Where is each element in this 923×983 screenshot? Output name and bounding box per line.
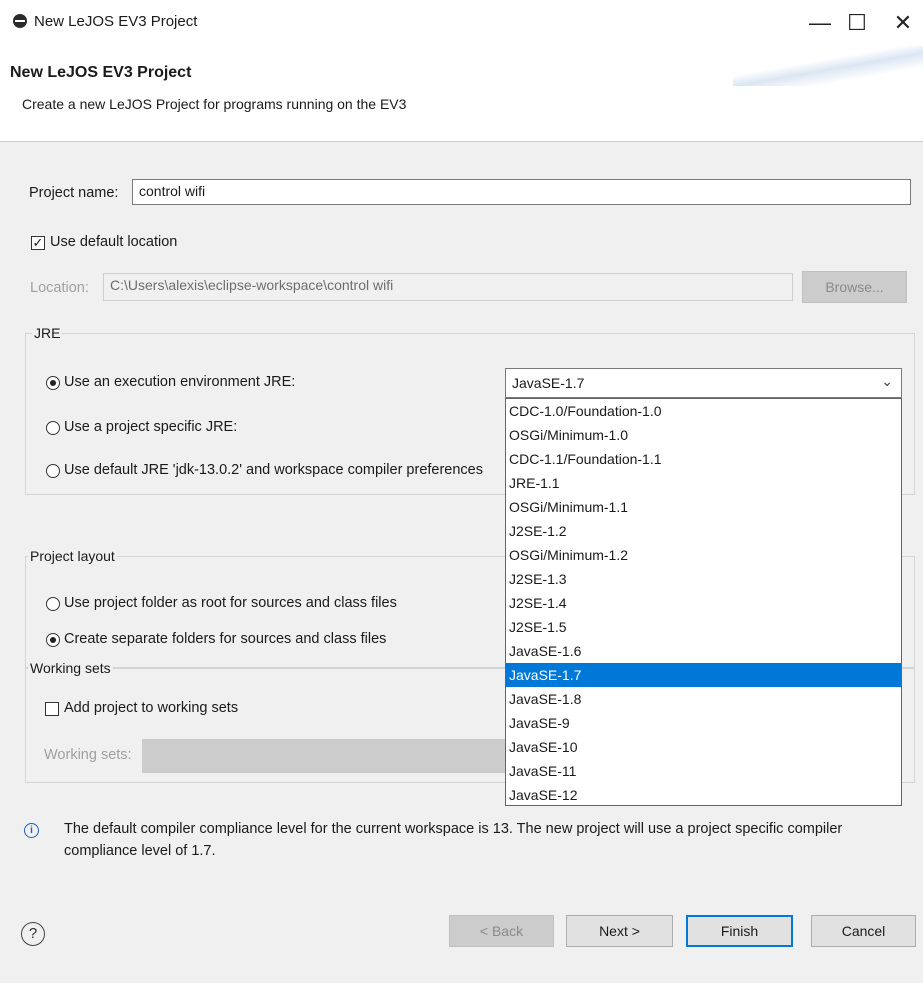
use-default-location-checkbox[interactable]: ✓ [31,236,45,250]
dropdown-option[interactable]: JavaSE-1.8 [506,687,901,711]
location-label: Location: [30,280,89,296]
dropdown-option[interactable]: JavaSE-12 [506,783,901,805]
project-folder-root-radio[interactable] [46,597,60,611]
close-button[interactable]: ✕ [883,6,923,40]
dropdown-option[interactable]: JavaSE-1.6 [506,639,901,663]
jre-group-label: JRE [32,325,63,341]
dropdown-option[interactable]: CDC-1.0/Foundation-1.0 [506,399,901,423]
add-to-working-sets-label: Add project to working sets [64,700,239,716]
project-folder-root-label: Use project folder as root for sources a… [64,595,397,611]
dropdown-option[interactable]: JRE-1.1 [506,471,901,495]
compliance-info-message: The default compiler compliance level fo… [64,821,843,859]
wizard-subtitle: Create a new LeJOS Project for programs … [22,96,407,112]
use-default-location-label: Use default location [50,234,178,250]
default-jre-label: Use default JRE 'jdk-13.0.2' and workspa… [64,462,483,478]
dropdown-option[interactable]: J2SE-1.5 [506,615,901,639]
project-name-label: Project name: [29,185,119,201]
execution-environment-label: Use an execution environment JRE: [64,374,296,390]
eclipse-app-icon [13,14,27,28]
finish-button[interactable]: Finish [686,915,793,947]
dropdown-option[interactable]: OSGi/Minimum-1.1 [506,495,901,519]
project-name-input[interactable]: control wifi [132,179,911,205]
project-layout-group-label: Project layout [28,548,117,564]
dropdown-option[interactable]: OSGi/Minimum-1.2 [506,543,901,567]
separate-folders-label: Create separate folders for sources and … [64,631,387,647]
header-banner-graphic [733,46,923,86]
execution-environment-radio[interactable] [46,376,60,390]
project-specific-jre-label: Use a project specific JRE: [64,419,238,435]
dropdown-option[interactable]: J2SE-1.4 [506,591,901,615]
title-bar: New LeJOS EV3 Project — ☐ ✕ [0,0,923,46]
project-specific-jre-radio[interactable] [46,421,60,435]
browse-button: Browse... [802,271,907,303]
back-button: < Back [449,915,554,947]
combo-selected-value: JavaSE-1.7 [512,375,585,391]
dropdown-option[interactable]: J2SE-1.2 [506,519,901,543]
window-title: New LeJOS EV3 Project [34,13,198,30]
wizard-header: New LeJOS EV3 Project Create a new LeJOS… [0,46,923,142]
next-button[interactable]: Next > [566,915,673,947]
dropdown-option[interactable]: JavaSE-10 [506,735,901,759]
wizard-title: New LeJOS EV3 Project [10,64,192,81]
working-sets-group-label: Working sets [28,660,113,676]
dropdown-option[interactable]: CDC-1.1/Foundation-1.1 [506,447,901,471]
dropdown-option[interactable]: JavaSE-11 [506,759,901,783]
working-sets-field [142,739,542,773]
working-sets-label: Working sets: [44,747,132,763]
separate-folders-radio[interactable] [46,633,60,647]
dropdown-option[interactable]: OSGi/Minimum-1.0 [506,423,901,447]
dropdown-option[interactable]: JavaSE-1.7 [506,663,901,687]
minimize-button[interactable]: — [800,6,840,40]
execution-environment-dropdown-list[interactable]: CDC-1.0/Foundation-1.0 OSGi/Minimum-1.0 CD… [505,398,902,806]
dropdown-option[interactable]: J2SE-1.3 [506,567,901,591]
location-input: C:\Users\alexis\eclipse-workspace\contro… [103,273,793,301]
default-jre-radio[interactable] [46,464,60,478]
add-to-working-sets-checkbox[interactable] [45,702,59,716]
chevron-down-icon: ⌄ [881,373,893,389]
info-icon: i [24,823,39,838]
checkmark-icon: ✓ [32,235,44,250]
execution-environment-combo[interactable]: JavaSE-1.7 ⌄ [505,368,902,398]
help-icon[interactable]: ? [21,922,45,946]
maximize-button[interactable]: ☐ [837,6,877,40]
dropdown-option[interactable]: JavaSE-9 [506,711,901,735]
cancel-button[interactable]: Cancel [811,915,916,947]
